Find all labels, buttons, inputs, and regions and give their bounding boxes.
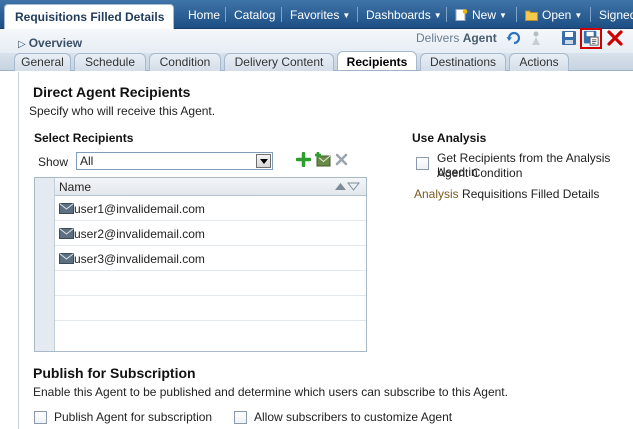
select-recipients-heading: Select Recipients — [34, 131, 134, 145]
tab-general[interactable]: General — [14, 53, 71, 71]
global-header: Requisitions Filled Details Home Catalog… — [0, 0, 633, 29]
chevron-down-icon: ▼ — [499, 11, 507, 20]
overview-bar: ▷ Overview Delivers Agent — [0, 28, 633, 53]
direct-recipients-heading: Direct Agent Recipients — [33, 84, 191, 100]
recipient-email: user1@invalidemail.com — [74, 202, 205, 216]
show-select[interactable]: All — [76, 152, 273, 170]
add-recipient-icon[interactable] — [296, 152, 311, 167]
table-row-empty — [55, 296, 366, 321]
nav-home[interactable]: Home — [188, 0, 220, 29]
table-row-empty — [55, 271, 366, 296]
folder-icon — [525, 10, 538, 21]
nav-dashboards[interactable]: Dashboards ▼ — [366, 0, 442, 29]
nav-divider — [590, 7, 591, 22]
recipients-table: Name user1@invalidemail.com user2@invali… — [34, 177, 367, 352]
recipient-email: user3@invalidemail.com — [74, 252, 205, 266]
analysis-label: Analysis — [414, 187, 459, 201]
save-as-icon — [583, 30, 599, 46]
allow-customize-label: Allow subscribers to customize Agent — [254, 410, 453, 424]
direct-recipients-description: Specify who will receive this Agent. — [29, 104, 216, 118]
use-analysis-heading: Use Analysis — [412, 131, 487, 145]
nav-catalog[interactable]: Catalog — [234, 0, 275, 29]
new-document-icon — [455, 9, 468, 21]
show-label: Show — [38, 155, 69, 169]
publish-agent-label: Publish Agent for subscription — [54, 410, 213, 424]
recipient-email: user2@invalidemail.com — [74, 227, 205, 241]
refresh-icon[interactable] — [505, 29, 523, 47]
overview-title-text: Overview — [28, 36, 83, 50]
expand-triangle-icon: ▷ — [18, 39, 26, 50]
allow-customize-checkbox[interactable] — [234, 411, 247, 424]
dropdown-arrow-icon[interactable] — [256, 154, 271, 168]
table-row-empty — [55, 321, 366, 346]
nav-dashboards-label: Dashboards — [366, 8, 431, 22]
table-row[interactable]: user1@invalidemail.com — [55, 196, 366, 221]
email-icon — [59, 253, 74, 264]
nav-favorites-label: Favorites — [290, 8, 340, 22]
nav-divider — [225, 7, 226, 22]
analysis-row: Analysis Requisitions Filled Details — [414, 187, 599, 201]
delivers-target: Agent — [462, 31, 497, 45]
chevron-down-icon: ▼ — [342, 11, 351, 20]
publish-agent-checkbox[interactable] — [34, 411, 47, 424]
use-analysis-checkbox[interactable] — [416, 157, 429, 170]
page-title: Requisitions Filled Details — [4, 4, 174, 29]
add-email-recipient-icon[interactable] — [314, 151, 332, 167]
tab-actions[interactable]: Actions — [509, 53, 569, 71]
nav-divider — [357, 7, 358, 22]
table-row[interactable]: user3@invalidemail.com — [55, 246, 366, 271]
email-icon — [59, 203, 74, 214]
tab-destinations[interactable]: Destinations — [420, 53, 506, 71]
nav-open[interactable]: Open ▼ — [525, 0, 582, 29]
delete-recipient-icon[interactable] — [335, 153, 348, 166]
tab-condition[interactable]: Condition — [149, 53, 221, 71]
nav-favorites[interactable]: Favorites ▼ — [290, 0, 350, 29]
tab-recipients[interactable]: Recipients — [337, 51, 417, 70]
show-select-value: All — [80, 154, 94, 168]
chevron-down-icon: ▼ — [433, 11, 442, 20]
tab-bar: General Schedule Condition Delivery Cont… — [0, 51, 633, 71]
nav-divider — [281, 7, 282, 22]
column-header-name[interactable]: Name — [59, 180, 91, 194]
row-selector-column — [35, 178, 55, 351]
save-as-button[interactable] — [580, 28, 602, 49]
email-icon — [59, 228, 74, 239]
nav-signed-in[interactable]: Signed — [599, 0, 633, 29]
save-icon[interactable] — [560, 29, 578, 47]
delivers-prefix: Delivers — [416, 31, 460, 45]
nav-new-label: New — [472, 8, 497, 22]
tab-delivery-content[interactable]: Delivery Content — [224, 53, 334, 71]
publish-heading: Publish for Subscription — [33, 365, 196, 381]
nav-new[interactable]: New ▼ — [455, 0, 507, 29]
table-row[interactable]: user2@invalidemail.com — [55, 221, 366, 246]
analysis-value: Requisitions Filled Details — [462, 187, 600, 201]
run-agent-icon[interactable] — [527, 29, 545, 47]
use-analysis-label-line2: Agent Condition — [437, 166, 523, 180]
close-icon[interactable] — [606, 29, 624, 47]
chevron-down-icon: ▼ — [574, 11, 583, 20]
nav-divider — [446, 7, 447, 22]
publish-description: Enable this Agent to be published and de… — [33, 385, 508, 399]
nav-divider — [516, 7, 517, 22]
nav-open-label: Open — [542, 8, 572, 22]
tab-schedule[interactable]: Schedule — [74, 53, 146, 71]
sort-arrows-icon[interactable] — [334, 182, 360, 191]
overview-heading[interactable]: ▷ Overview — [18, 36, 82, 50]
table-header: Name — [55, 178, 366, 196]
recipients-panel: Direct Agent Recipients Specify who will… — [18, 72, 633, 429]
delivers-label: Delivers Agent — [416, 31, 497, 45]
